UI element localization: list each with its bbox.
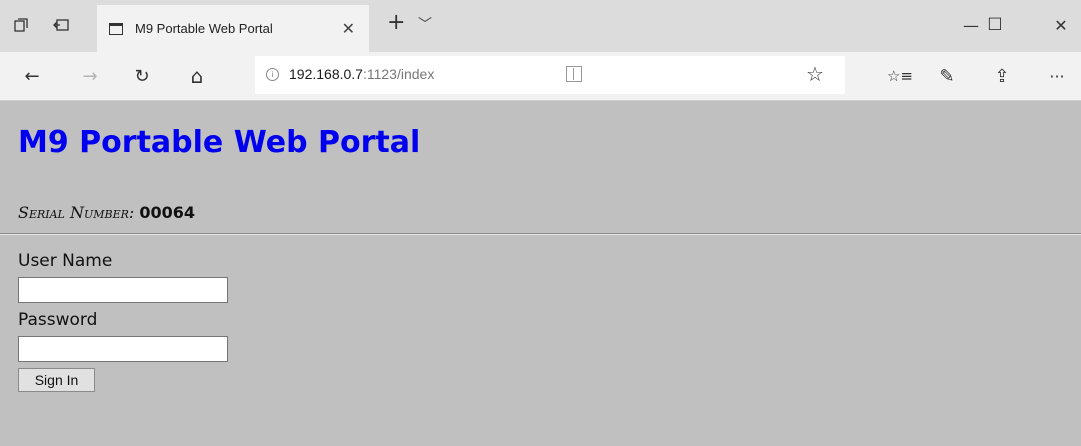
divider — [0, 233, 1081, 235]
url-text[interactable]: 192.168.0.7:1123/index — [289, 66, 434, 82]
username-label: User Name — [18, 251, 113, 271]
address-bar[interactable]: i 192.168.0.7:1123/index ☆ — [255, 56, 845, 94]
url-path: :1123/index — [362, 66, 435, 82]
page-content: M9 Portable Web Portal Serial Number: 00… — [0, 101, 1081, 446]
tab-strip: M9 Portable Web Portal ✕ + ﹀ — ☐ ✕ — [0, 0, 1081, 52]
forward-arrow-icon[interactable]: → — [76, 62, 104, 90]
star-icon[interactable]: ☆ — [806, 62, 824, 86]
favorites-icon[interactable]: ☆≡ — [883, 62, 917, 90]
maximize-icon[interactable]: ☐ — [975, 10, 1015, 40]
tab-close-icon[interactable]: ✕ — [342, 19, 355, 38]
close-icon[interactable]: ✕ — [1041, 10, 1081, 40]
sign-in-button[interactable]: Sign In — [18, 368, 95, 392]
reading-view-icon[interactable] — [566, 66, 582, 82]
password-label: Password — [18, 310, 98, 330]
url-host: 192.168.0.7 — [289, 66, 363, 82]
more-icon[interactable]: ··· — [1043, 62, 1071, 90]
tabs-aside-icon[interactable] — [10, 12, 32, 38]
restore-tabs-icon[interactable] — [50, 12, 72, 38]
password-field[interactable] — [18, 336, 228, 362]
home-icon[interactable]: ⌂ — [183, 62, 211, 90]
refresh-icon[interactable]: ↻ — [128, 62, 156, 90]
serial-number-label: Serial Number: — [18, 203, 135, 222]
back-arrow-icon[interactable]: ← — [18, 62, 46, 90]
info-icon[interactable]: i — [266, 68, 279, 81]
page-icon — [109, 22, 123, 35]
navigation-toolbar: ← → ↻ ⌂ i 192.168.0.7:1123/index ☆ ☆≡ ✎ … — [0, 52, 1081, 101]
plus-icon[interactable]: + — [387, 12, 405, 34]
page-title: M9 Portable Web Portal — [18, 125, 421, 160]
pen-icon[interactable]: ✎ — [933, 62, 961, 90]
serial-number: Serial Number: 00064 — [18, 203, 195, 222]
chevron-down-icon[interactable]: ﹀ — [418, 14, 432, 34]
active-tab[interactable]: M9 Portable Web Portal ✕ — [97, 5, 369, 52]
tab-title: M9 Portable Web Portal — [135, 21, 273, 36]
serial-number-value: 00064 — [139, 203, 196, 222]
username-field[interactable] — [18, 277, 228, 303]
share-icon[interactable]: ⇪ — [988, 62, 1016, 90]
